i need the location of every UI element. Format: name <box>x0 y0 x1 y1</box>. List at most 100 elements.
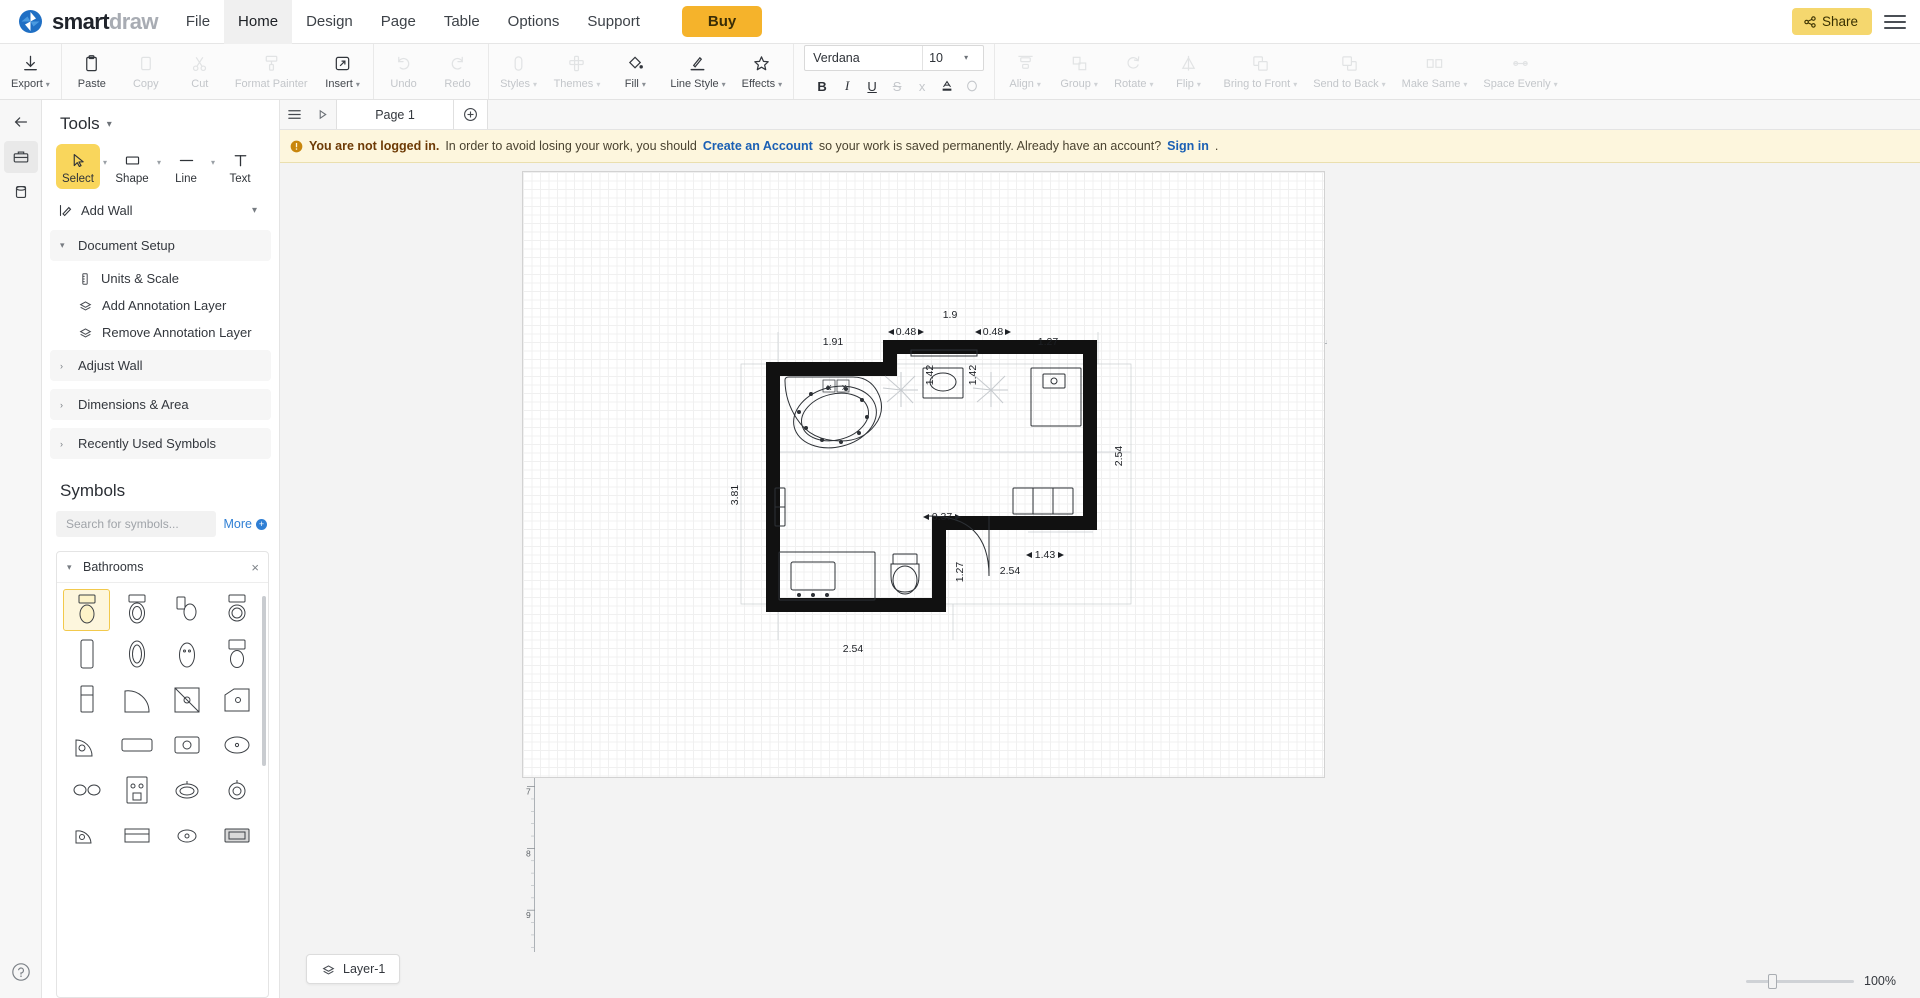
cut-button[interactable]: Cut <box>173 44 227 99</box>
floorplan-drawing[interactable]: x x 1.9 1.91 1.27 0.48 0.48 1.42 1.42 3.… <box>523 172 1326 779</box>
symbol-tile[interactable] <box>163 814 210 856</box>
zoom-slider-handle[interactable] <box>1768 973 1777 989</box>
symbol-tile[interactable] <box>163 679 210 721</box>
font-family-input[interactable]: Verdana <box>805 46 924 70</box>
panel-title[interactable]: Tools ▾ <box>42 100 279 144</box>
group-button[interactable]: Group ▾ <box>1052 44 1106 99</box>
symbol-tile[interactable] <box>113 589 160 631</box>
symbol-tile[interactable] <box>63 589 110 631</box>
symbol-tile[interactable] <box>113 769 160 811</box>
symbol-tile[interactable] <box>213 814 260 856</box>
data-button[interactable] <box>4 176 38 208</box>
sidebar-item-remove-annotation-layer[interactable]: Remove Annotation Layer <box>50 319 271 346</box>
symbol-tile[interactable] <box>213 634 260 676</box>
tool-shape-chevron-down-icon[interactable]: ▾ <box>154 144 164 167</box>
styles-button[interactable]: Styles ▾ <box>492 44 546 99</box>
search-box[interactable] <box>56 511 216 537</box>
tool-text[interactable]: Text <box>218 144 262 189</box>
tool-shape[interactable]: Shape <box>110 144 154 189</box>
symbol-tile[interactable] <box>163 634 210 676</box>
menu-item-page[interactable]: Page <box>367 0 430 44</box>
menu-item-file[interactable]: File <box>172 0 224 44</box>
chevron-down-icon[interactable]: ▾ <box>957 46 975 70</box>
insert-button[interactable]: Insert ▾ <box>316 44 370 99</box>
symbol-tile[interactable] <box>63 769 110 811</box>
layer-chip[interactable]: Layer-1 <box>306 954 401 984</box>
export-button[interactable]: Export ▾ <box>3 44 58 99</box>
space-evenly-button[interactable]: Space Evenly ▾ <box>1475 44 1565 99</box>
bring-to-front-button[interactable]: Bring to Front ▾ <box>1216 44 1306 99</box>
symbol-tile[interactable] <box>163 589 210 631</box>
text-color-button[interactable] <box>960 74 984 98</box>
more-symbols-link[interactable]: More + <box>224 517 267 531</box>
section-document-setup[interactable]: ▾ Document Setup <box>50 230 271 261</box>
search-input[interactable] <box>56 511 216 537</box>
menu-item-home[interactable]: Home <box>224 0 293 44</box>
tool-line-chevron-down-icon[interactable]: ▾ <box>208 144 218 167</box>
page-list-button[interactable] <box>280 100 308 129</box>
undo-button[interactable]: Undo <box>377 44 431 99</box>
sidebar-item-add-annotation-layer[interactable]: Add Annotation Layer <box>50 292 271 319</box>
toolbox-button[interactable] <box>3 141 38 173</box>
symbols-scrollbar[interactable] <box>262 596 266 766</box>
clear-formatting-button[interactable]: x <box>910 74 934 98</box>
add-wall-item[interactable]: Add Wall ▾ <box>42 195 279 226</box>
drawing-sheet[interactable]: x x 1.9 1.91 1.27 0.48 0.48 1.42 1.42 3.… <box>522 171 1325 778</box>
rotate-button[interactable]: Rotate ▾ <box>1106 44 1161 99</box>
menu-toggle-button[interactable] <box>1884 11 1906 33</box>
paste-button[interactable]: Paste <box>65 44 119 99</box>
line-style-button[interactable]: Line Style ▾ <box>662 44 733 99</box>
flip-button[interactable]: Flip ▾ <box>1162 44 1216 99</box>
fill-button[interactable]: Fill ▾ <box>608 44 662 99</box>
italic-button[interactable]: I <box>835 74 859 98</box>
buy-button[interactable]: Buy <box>681 6 763 37</box>
page-next-button[interactable] <box>308 100 336 129</box>
menu-item-table[interactable]: Table <box>430 0 494 44</box>
page-tab-page-1[interactable]: Page 1 <box>336 100 454 129</box>
app-logo[interactable]: smartdraw <box>0 9 172 35</box>
symbol-tile[interactable] <box>63 814 110 856</box>
menu-item-design[interactable]: Design <box>292 0 367 44</box>
menu-item-options[interactable]: Options <box>494 0 574 44</box>
section-recently-used-symbols[interactable]: › Recently Used Symbols <box>50 428 271 459</box>
symbol-tile[interactable] <box>113 634 160 676</box>
effects-button[interactable]: Effects ▾ <box>734 44 790 99</box>
redo-button[interactable]: Redo <box>431 44 485 99</box>
tool-select-chevron-down-icon[interactable]: ▾ <box>100 144 110 167</box>
tool-select[interactable]: Select <box>56 144 100 189</box>
sidebar-item-units-scale[interactable]: Units & Scale <box>50 265 271 292</box>
tool-line[interactable]: Line <box>164 144 208 189</box>
sign-in-link[interactable]: Sign in <box>1167 139 1209 153</box>
symbol-tile[interactable] <box>63 724 110 766</box>
strikethrough-button[interactable]: S <box>885 74 909 98</box>
menu-item-support[interactable]: Support <box>573 0 654 44</box>
chevron-down-icon[interactable]: ▾ <box>107 119 112 130</box>
bold-button[interactable]: B <box>810 74 834 98</box>
symbol-tile[interactable] <box>113 724 160 766</box>
font-selector[interactable]: Verdana 10 ▾ <box>804 45 985 71</box>
help-button[interactable] <box>4 956 38 988</box>
symbol-tile[interactable] <box>113 814 160 856</box>
highlight-color-button[interactable] <box>935 74 959 98</box>
themes-button[interactable]: Themes ▾ <box>546 44 609 99</box>
canvas-area[interactable]: 0123456789101112 0123456789 <box>280 163 1920 998</box>
close-icon[interactable]: × <box>251 561 259 574</box>
format-painter-button[interactable]: Format Painter <box>227 44 316 99</box>
make-same-button[interactable]: Make Same ▾ <box>1394 44 1476 99</box>
copy-button[interactable]: Copy <box>119 44 173 99</box>
section-adjust-wall[interactable]: › Adjust Wall <box>50 350 271 381</box>
symbol-tile[interactable] <box>213 724 260 766</box>
symbol-tile[interactable] <box>63 679 110 721</box>
symbol-tile[interactable] <box>163 724 210 766</box>
zoom-slider[interactable] <box>1746 973 1854 989</box>
font-size-input[interactable]: 10 <box>923 46 957 70</box>
share-button[interactable]: Share <box>1791 8 1872 35</box>
symbol-tile[interactable] <box>163 769 210 811</box>
send-to-back-button[interactable]: Send to Back ▾ <box>1305 44 1393 99</box>
align-button[interactable]: Align ▾ <box>998 44 1052 99</box>
create-account-link[interactable]: Create an Account <box>703 139 813 153</box>
symbol-tile[interactable] <box>113 679 160 721</box>
section-dimensions-area[interactable]: › Dimensions & Area <box>50 389 271 420</box>
symbols-category-header[interactable]: ▾ Bathrooms × <box>57 552 268 583</box>
chevron-down-icon[interactable]: ▾ <box>252 205 261 216</box>
